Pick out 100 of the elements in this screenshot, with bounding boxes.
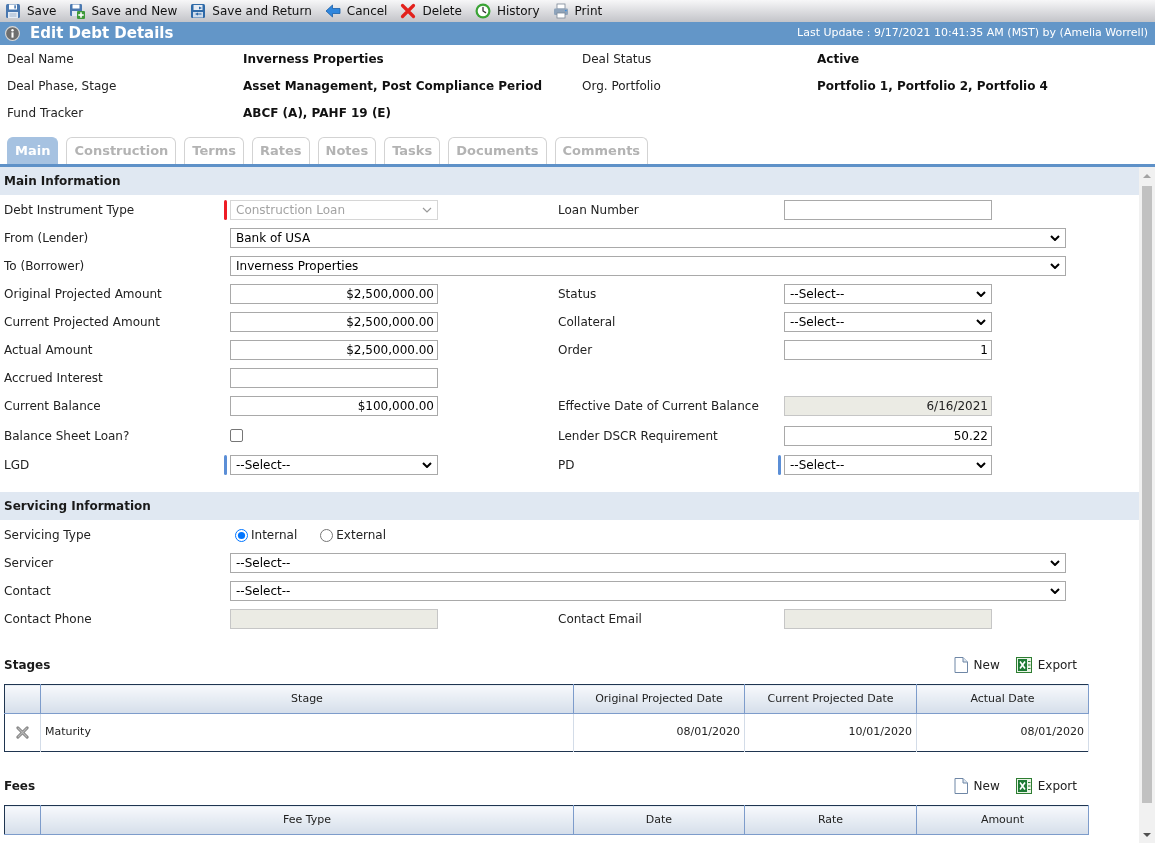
field-label: Deal Phase, Stage [7,77,117,95]
cross-icon[interactable] [16,725,29,739]
column-header: Actual Date [916,684,1089,714]
field-label: LGD [4,457,30,474]
field-value: Portfolio 1, Portfolio 2, Portfolio 4 [817,77,1048,95]
spreadsheet-icon [1015,657,1032,673]
caret-down-icon[interactable] [1143,832,1151,837]
field-value: Inverness Properties [243,50,384,68]
save-button[interactable]: Save [3,1,59,21]
field-label: From (Lender) [4,230,89,247]
field-label: Servicer [4,555,54,572]
radio-button[interactable] [320,528,334,542]
history-button[interactable]: History [472,1,542,21]
radio-label[interactable]: External [336,526,387,544]
field-label: Fund Tracker [7,104,84,122]
chevron-down-icon [1050,263,1060,269]
new-button[interactable]: New [952,655,1001,675]
field-label: Collateral [558,314,616,331]
field-label: Balance Sheet Loan? [4,427,130,445]
field-label: Current Projected Amount [4,314,160,331]
column-header: Original Projected Date [573,684,745,714]
input-field[interactable]: 1 [784,340,992,360]
field-value: Active [817,50,860,68]
floppy-disk-plus-icon [69,3,86,19]
input-field[interactable] [784,200,992,220]
section-title: Stages [4,657,51,674]
dropdown[interactable]: --Select-- [784,284,992,304]
column-header: Date [573,805,745,835]
column-header: Rate [744,805,917,835]
field-label: Current Balance [4,398,101,415]
document-icon [953,657,968,673]
column-header: Amount [916,805,1089,835]
printer-icon [552,3,569,19]
dropdown[interactable]: --Select-- [784,455,992,475]
field-label: Status [558,286,597,303]
chevron-down-icon [422,207,432,213]
chevron-down-icon [1050,560,1060,566]
field-label: Original Projected Amount [4,286,162,303]
column-header: Stage [40,684,574,714]
field-label: Org. Portfolio [582,77,661,95]
chevron-down-icon [1050,588,1060,594]
checkbox[interactable] [230,429,243,442]
input-field[interactable]: $100,000.00 [230,396,438,416]
cross-icon [400,3,417,19]
dropdown[interactable]: --Select-- [230,581,1066,601]
save-and-return-button[interactable]: Save and Return [188,1,314,21]
export-button[interactable]: Export [1014,655,1078,675]
radio-label[interactable]: Internal [251,526,298,544]
field-label: Loan Number [558,202,639,219]
last-update-text: Last Update : 9/17/2021 10:41:35 AM (MST) by (Amelia Worrell) [797,25,1148,42]
spreadsheet-icon [1015,778,1032,794]
field-label: PD [558,457,575,474]
chevron-down-icon [976,462,986,468]
column-header: Fee Type [40,805,574,835]
table-cell: 08/01/2020 [573,713,745,752]
chevron-down-icon [422,462,432,468]
input-field[interactable]: 50.22 [784,425,992,446]
cancel-button[interactable]: Cancel [322,1,390,21]
document-icon [953,778,968,794]
dropdown[interactable]: --Select-- [784,312,992,332]
section-header: Servicing Information [0,492,1139,520]
section-title: Fees [4,778,36,795]
chevron-down-icon [1050,235,1060,241]
save-and-new-button[interactable]: Save and New [67,1,180,21]
field-label: Effective Date of Current Balance [558,398,759,415]
delete-button[interactable]: Delete [398,1,464,21]
info-icon [5,26,20,41]
field-label: Servicing Type [4,527,91,544]
dropdown[interactable]: --Select-- [230,553,1066,573]
radio-button[interactable] [235,528,248,542]
field-label: Accrued Interest [4,370,103,387]
input-field[interactable]: $2,500,000.00 [230,340,438,360]
dropdown[interactable]: Bank of USA [230,228,1066,248]
field-label: Lender DSCR Requirement [558,427,718,445]
field-label: Order [558,342,593,359]
field-label: Debt Instrument Type [4,202,135,219]
table-cell: 08/01/2020 [916,713,1089,752]
input-field[interactable]: $2,500,000.00 [230,284,438,304]
caret-up-icon[interactable] [1143,173,1151,178]
print-button[interactable]: Print [550,1,605,21]
table-cell: 10/01/2020 [744,713,917,752]
field-label: To (Borrower) [4,258,85,275]
left-arrow-icon [324,3,341,19]
scrollbar-thumb[interactable] [1142,186,1152,803]
table-cell: Maturity [40,713,574,752]
input-field[interactable] [230,368,438,388]
chevron-down-icon [976,319,986,325]
field-value: ABCF (A), PAHF 19 (E) [243,104,392,122]
dropdown[interactable]: --Select-- [230,455,438,475]
clock-icon [474,3,491,19]
column-header: Current Projected Date [744,684,917,714]
section-header: Main Information [0,167,1139,195]
field-label: Contact Phone [4,611,92,628]
field-label: Deal Name [7,50,74,68]
export-button[interactable]: Export [1014,776,1078,796]
field-label: Contact [4,583,51,600]
input-field[interactable]: $2,500,000.00 [230,312,438,332]
new-button[interactable]: New [952,776,1001,796]
dropdown[interactable]: Inverness Properties [230,256,1066,276]
field-label: Deal Status [582,50,652,68]
